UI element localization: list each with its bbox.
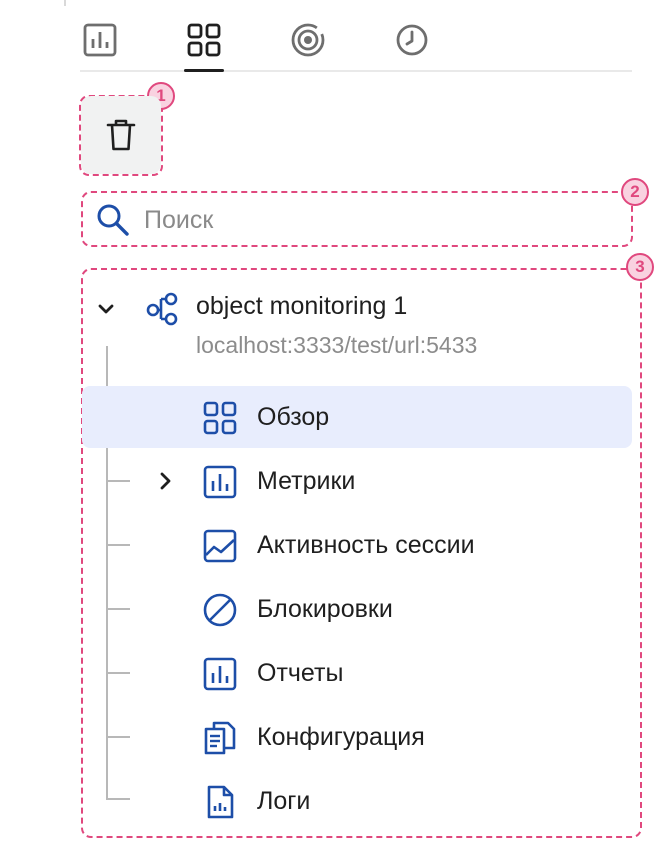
search-icon <box>97 204 129 236</box>
tab-clock[interactable] <box>392 14 432 70</box>
tree-item-label: Логи <box>257 787 311 815</box>
tree-item-overview[interactable]: Обзор <box>82 386 632 448</box>
collapse-root-button[interactable] <box>94 297 118 326</box>
tree-item-label: Метрики <box>257 467 356 495</box>
tree-item-label: Отчеты <box>257 659 344 687</box>
search-input[interactable] <box>142 204 606 236</box>
chevron-down-icon <box>98 304 114 314</box>
tab-chart[interactable] <box>80 14 120 70</box>
grid-icon <box>202 400 238 436</box>
tree-item-session-activity[interactable]: Активность сессии <box>82 514 632 576</box>
tab-grid[interactable] <box>184 14 224 72</box>
view-tabs <box>80 14 632 72</box>
tab-target[interactable] <box>288 14 328 70</box>
grid-icon <box>187 23 221 57</box>
tree-item-configuration[interactable]: Конфигурация <box>82 706 632 768</box>
tree-item-metrics[interactable]: Метрики <box>82 450 632 512</box>
target-icon <box>291 23 325 57</box>
chart-icon <box>202 656 238 692</box>
object-url: localhost:3333/test/url:5433 <box>196 332 478 358</box>
tree-item-label: Активность сессии <box>257 531 475 559</box>
tree-item-reports[interactable]: Отчеты <box>82 642 632 704</box>
log-file-icon <box>202 784 238 820</box>
area-chart-icon <box>202 528 238 564</box>
chart-icon <box>83 23 117 57</box>
tree-item-locks[interactable]: Блокировки <box>82 578 632 640</box>
tree-item-label: Конфигурация <box>257 723 425 751</box>
documents-icon <box>202 720 238 756</box>
blocked-icon <box>202 592 238 628</box>
top-divider <box>64 0 66 6</box>
search-box <box>84 194 630 246</box>
expand-button[interactable] <box>156 470 176 497</box>
tree-item-logs[interactable]: Логи <box>82 770 632 832</box>
tree-item-label: Блокировки <box>257 595 393 623</box>
clock-icon <box>396 24 428 56</box>
marker-3: 3 <box>626 253 654 281</box>
chevron-right-icon <box>160 472 171 490</box>
object-title[interactable]: object monitoring 1 <box>196 292 407 321</box>
nodes-icon <box>144 291 180 332</box>
trash-icon <box>106 119 136 151</box>
delete-button[interactable] <box>81 96 161 174</box>
tree-item-label: Обзор <box>257 403 330 431</box>
chart-icon <box>202 464 238 500</box>
